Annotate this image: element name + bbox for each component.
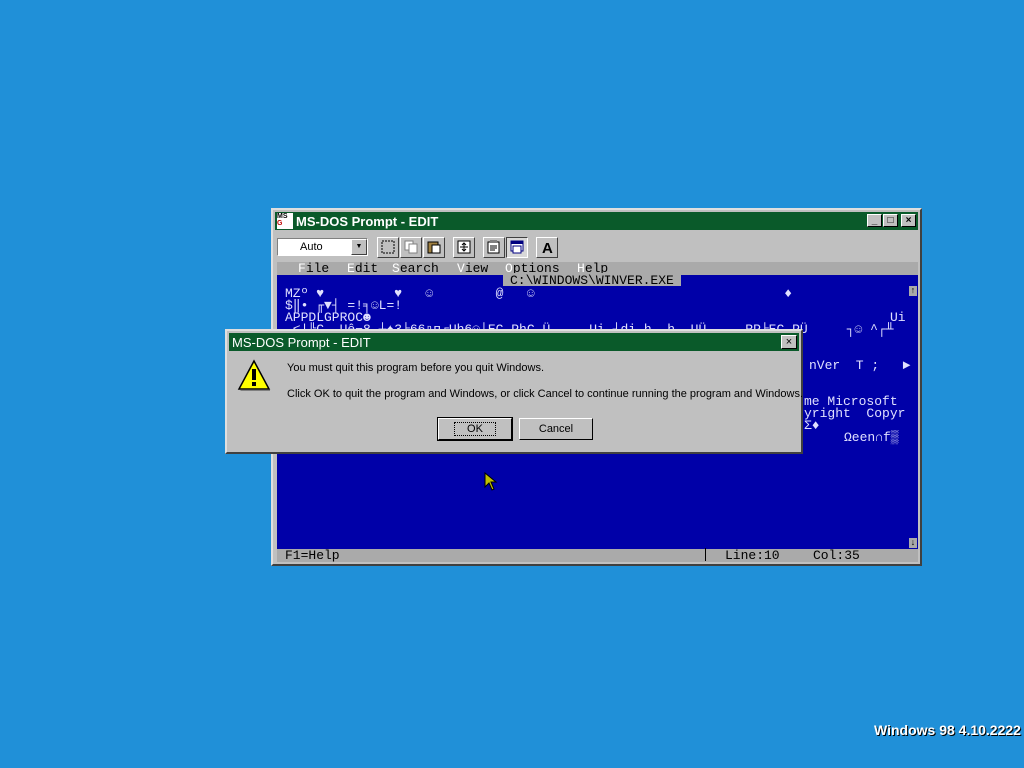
maximize-button[interactable]: □ [883, 214, 898, 227]
menu-view[interactable]: View [457, 262, 488, 276]
mark-button[interactable] [377, 237, 399, 258]
close-icon: × [785, 336, 793, 348]
dos-window-title: MS-DOS Prompt - EDIT [296, 214, 439, 229]
mouse-cursor-icon [484, 472, 498, 491]
desktop: { "dos_window": { "title": "MS-DOS Promp… [0, 0, 1024, 768]
ok-label: OK [454, 422, 496, 436]
status-divider [705, 548, 706, 561]
font-size-select[interactable]: Auto ▼ [277, 238, 368, 256]
content-fragment: nVer T ; ► [809, 358, 911, 373]
status-bar: F1=Help Line:10 Col:35 [277, 548, 918, 562]
status-col: Col:35 [813, 548, 860, 562]
properties-button[interactable] [483, 237, 505, 258]
copy-icon [404, 240, 418, 254]
dialog-message-primary: You must quit this program before you qu… [287, 362, 545, 374]
background-button[interactable] [506, 237, 528, 258]
chevron-down-icon[interactable]: ▼ [351, 239, 367, 255]
close-icon: × [905, 215, 912, 226]
minimize-button[interactable]: _ [867, 214, 882, 227]
ok-button[interactable]: OK [437, 417, 513, 441]
warning-icon [237, 359, 271, 391]
svg-text:A: A [542, 240, 553, 254]
windows-version-watermark: Windows 98 4.10.2222 [874, 722, 1021, 738]
copy-button[interactable] [400, 237, 422, 258]
menu-edit[interactable]: Edit [347, 262, 378, 276]
close-button[interactable]: × [901, 214, 916, 227]
content-fragment: Ωeen∩f▒ [844, 430, 899, 445]
ms-dos-icon[interactable]: MS G [277, 213, 293, 229]
status-help: F1=Help [285, 548, 340, 562]
content-fragment: Ui [890, 310, 906, 325]
file-path-title: C:\WINDOWS\WINVER.EXE [503, 273, 681, 288]
status-line: Line:10 [725, 548, 780, 562]
paste-button[interactable] [423, 237, 445, 258]
paste-icon [427, 241, 441, 254]
maximize-icon: □ [887, 215, 894, 226]
properties-icon [487, 240, 500, 254]
full-screen-button[interactable] [453, 237, 475, 258]
background-icon [510, 240, 524, 254]
scroll-down-icon[interactable]: ↓ [909, 538, 917, 548]
font-a-icon: A [542, 240, 553, 254]
minimize-icon: _ [871, 215, 878, 226]
full-screen-icon [457, 240, 471, 254]
dialog-title-bar[interactable]: MS-DOS Prompt - EDIT × [229, 333, 799, 351]
menu-search[interactable]: Search [392, 262, 439, 276]
cancel-label: Cancel [538, 423, 574, 435]
font-size-value: Auto [300, 241, 323, 253]
cancel-button[interactable]: Cancel [519, 418, 593, 440]
content-fragment: Σ♦ [804, 418, 820, 433]
font-button[interactable]: A [536, 237, 558, 258]
dialog-title: MS-DOS Prompt - EDIT [232, 335, 371, 350]
dialog-close-button[interactable]: × [781, 335, 797, 349]
dos-window-title-bar[interactable]: MS G MS-DOS Prompt - EDIT _ □ × [275, 212, 918, 230]
scroll-up-icon[interactable]: ↑ [909, 286, 917, 296]
dialog-message-secondary: Click OK to quit the program and Windows… [287, 388, 804, 400]
menu-file[interactable]: File [298, 262, 329, 276]
quit-warning-dialog[interactable]: MS-DOS Prompt - EDIT × You must quit thi… [225, 329, 803, 454]
toolbar: Auto ▼ A [277, 236, 916, 260]
mark-icon [381, 240, 395, 254]
vertical-scrollbar[interactable]: ↑ ↓ [909, 286, 917, 548]
